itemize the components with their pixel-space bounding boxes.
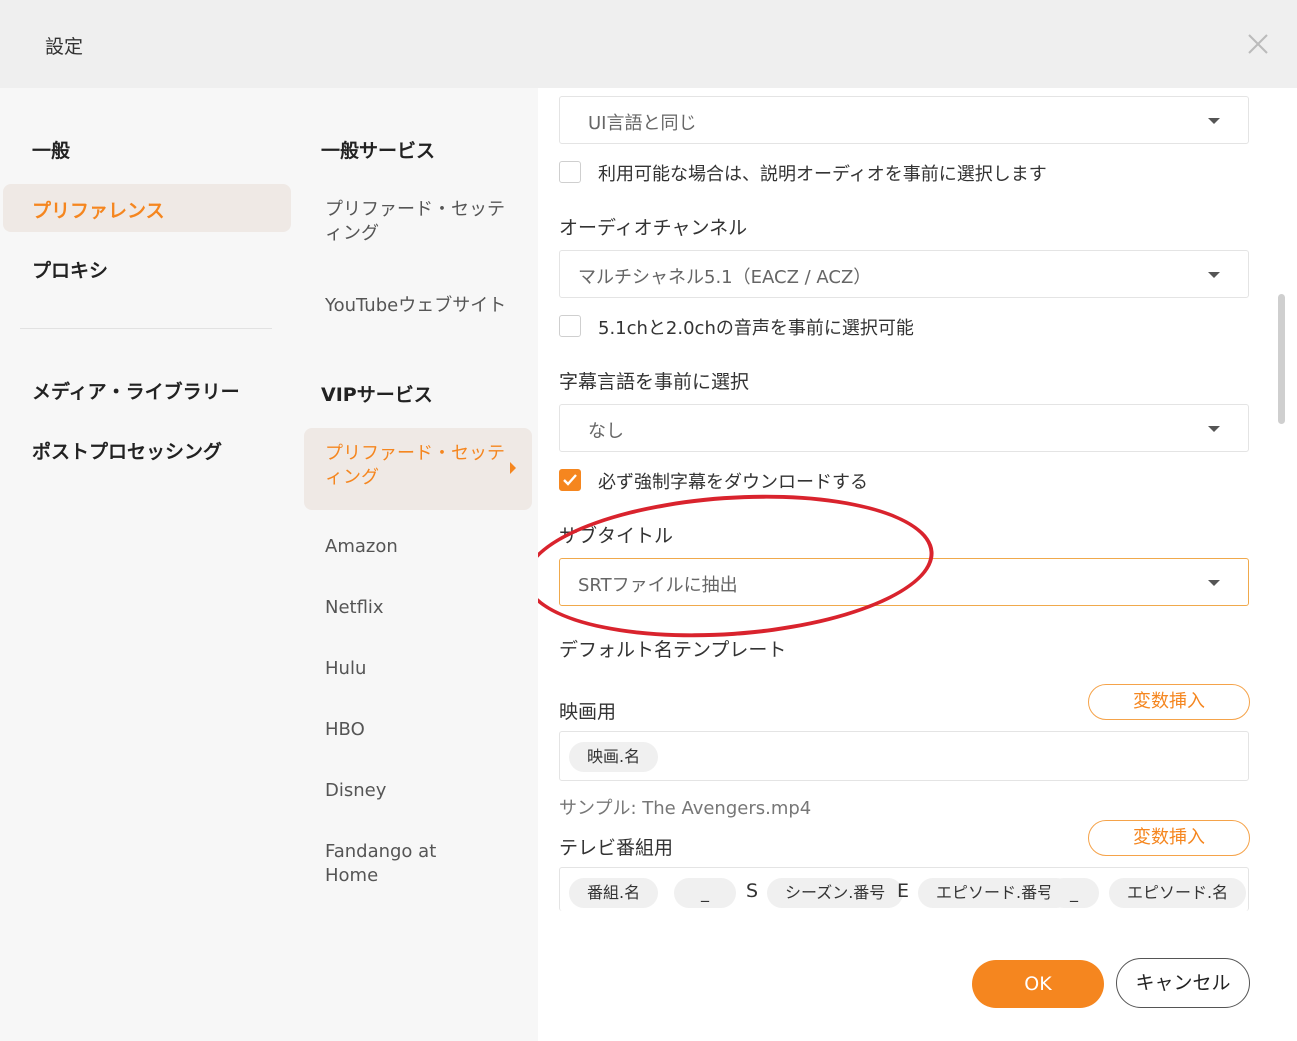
- service-item-disney[interactable]: Disney: [325, 779, 510, 803]
- service-item-fandango[interactable]: Fandango at Home: [325, 840, 455, 888]
- movie-sample-text: サンプル: The Avengers.mp4: [559, 798, 812, 819]
- subtitle-language-select[interactable]: なし: [559, 404, 1249, 452]
- audio-channel-select[interactable]: マルチシャネル5.1（EACZ / ACZ）: [559, 250, 1249, 298]
- service-item-youtube[interactable]: YouTubeウェブサイト: [325, 294, 510, 318]
- nav-proxy[interactable]: プロキシ: [32, 256, 108, 283]
- nav-media-library[interactable]: メディア・ライブラリー: [32, 377, 240, 404]
- settings-panel: UI言語と同じ 利用可能な場合は、説明オーディオを事前に選択します オーディオチ…: [538, 88, 1297, 1041]
- close-icon: [1248, 34, 1268, 54]
- service-item-hulu[interactable]: Hulu: [325, 657, 510, 681]
- tv-insert-variable-button[interactable]: 変数挿入: [1088, 820, 1250, 856]
- nav-general: 一般: [32, 140, 71, 162]
- service-item-hbo[interactable]: HBO: [325, 718, 510, 742]
- template-chip[interactable]: 映画.名: [569, 742, 659, 772]
- tv-template-label: テレビ番組用: [559, 837, 674, 859]
- category-sidebar: 一般 プリファレンス プロキシ メディア・ライブラリー ポストプロセッシング: [0, 88, 297, 1041]
- chevron-down-icon: [1208, 580, 1220, 586]
- window-title: 設定: [45, 36, 84, 58]
- service-item-general-preferred[interactable]: プリファード・セッティング: [325, 198, 510, 246]
- audio-language-value: UI言語と同じ: [588, 113, 697, 134]
- service-item-amazon[interactable]: Amazon: [325, 535, 510, 559]
- nav-post-processing[interactable]: ポストプロセッシング: [32, 437, 222, 464]
- chevron-down-icon: [1208, 118, 1220, 124]
- scrollbar-thumb[interactable]: [1278, 294, 1285, 424]
- subtitle-label: サブタイトル: [559, 525, 674, 547]
- title-bar: 設定: [0, 0, 1297, 88]
- audio-description-checkbox[interactable]: [559, 161, 581, 183]
- ok-button[interactable]: OK: [972, 960, 1104, 1008]
- template-literal: S: [746, 880, 759, 902]
- tv-template-input[interactable]: 番組.名 _ S シーズン.番号 E エピソード.番号 _ エピソード.名: [559, 867, 1249, 911]
- subtitle-language-label: 字幕言語を事前に選択: [559, 371, 750, 393]
- subtitle-language-value: なし: [588, 421, 624, 442]
- movie-template-label: 映画用: [559, 701, 617, 723]
- service-item-netflix[interactable]: Netflix: [325, 596, 510, 620]
- template-chip[interactable]: シーズン.番号: [767, 878, 904, 908]
- movie-insert-variable-button[interactable]: 変数挿入: [1088, 684, 1250, 720]
- forced-subtitles-label: 必ず強制字幕をダウンロードする: [598, 472, 868, 493]
- movie-template-input[interactable]: 映画.名: [559, 731, 1249, 781]
- audio-channel-label: オーディオチャンネル: [559, 217, 748, 239]
- forced-subtitles-checkbox[interactable]: [559, 469, 581, 491]
- template-chip[interactable]: _: [1049, 878, 1099, 908]
- channel-option-checkbox[interactable]: [559, 315, 581, 337]
- service-item-vip-preferred-label[interactable]: プリファード・セッティング: [325, 442, 510, 490]
- template-chip[interactable]: _: [674, 878, 736, 908]
- chevron-right-icon: [510, 462, 516, 474]
- audio-description-label: 利用可能な場合は、説明オーディオを事前に選択します: [598, 164, 1047, 185]
- nav-preferences-label[interactable]: プリファレンス: [32, 196, 165, 223]
- template-literal: E: [897, 880, 910, 902]
- close-button[interactable]: [1244, 30, 1272, 58]
- template-chip[interactable]: 番組.名: [569, 878, 659, 908]
- vip-services-header: VIPサービス: [321, 384, 433, 406]
- subtitle-format-value: SRTファイルに抽出: [578, 575, 738, 596]
- template-chip[interactable]: エピソード.名: [1109, 878, 1247, 908]
- service-sidebar: 一般サービス プリファード・セッティング YouTubeウェブサイト VIPサー…: [297, 88, 538, 1041]
- channel-option-label: 5.1chと2.0chの音声を事前に選択可能: [598, 318, 914, 339]
- cancel-button[interactable]: キャンセル: [1116, 958, 1250, 1008]
- subtitle-format-select[interactable]: SRTファイルに抽出: [559, 558, 1249, 606]
- checkmark-icon: [563, 474, 577, 486]
- chevron-down-icon: [1208, 426, 1220, 432]
- nav-divider: [20, 328, 272, 329]
- audio-channel-value: マルチシャネル5.1（EACZ / ACZ）: [578, 267, 872, 288]
- chevron-down-icon: [1208, 272, 1220, 278]
- audio-language-select[interactable]: UI言語と同じ: [559, 96, 1249, 144]
- template-label: デフォルト名テンプレート: [559, 639, 787, 661]
- general-services-header: 一般サービス: [321, 140, 436, 162]
